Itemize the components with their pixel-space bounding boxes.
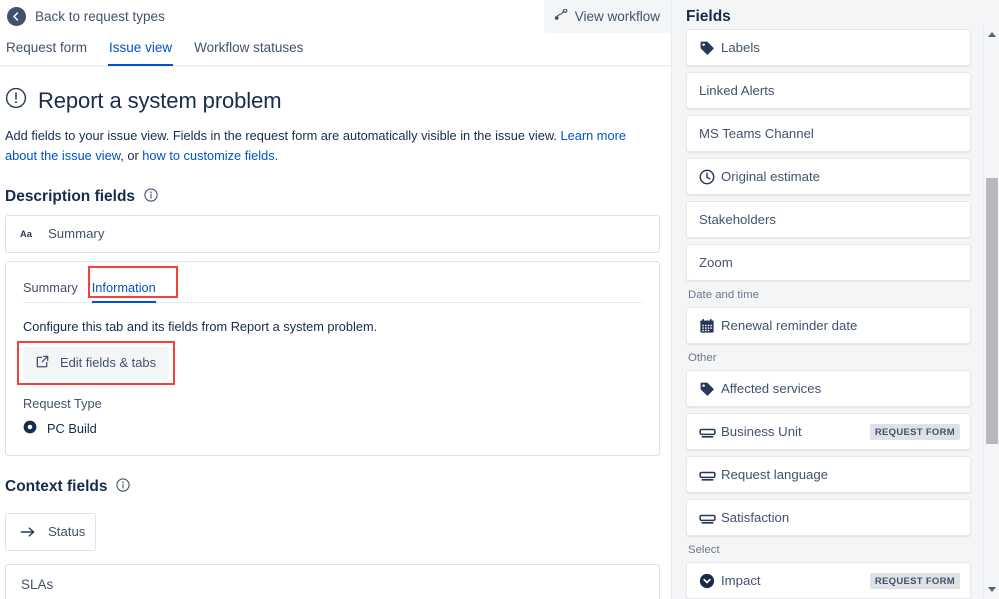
short-text-icon	[699, 468, 721, 482]
top-bar: Back to request types View workflow	[0, 0, 671, 33]
intro-text-part1: Add fields to your issue view. Fields in…	[5, 128, 561, 143]
tag-icon	[699, 40, 721, 56]
clock-icon	[699, 169, 721, 185]
context-fields-heading-row: Context fields	[5, 478, 660, 497]
view-workflow-button[interactable]: View workflow	[543, 0, 671, 33]
request-form-badge: REQUEST FORM	[869, 423, 960, 440]
fields-panel-item[interactable]: Request language	[686, 456, 971, 493]
sla-panel-title: SLAs	[21, 576, 54, 592]
edit-fields-and-tabs-button[interactable]: Edit fields & tabs	[23, 346, 170, 379]
request-type-value-row: PC Build	[23, 420, 642, 437]
field-card-summary-label: Summary	[48, 226, 105, 242]
page-title-row: Report a system problem	[5, 87, 660, 114]
tab-issue-view[interactable]: Issue view	[108, 40, 174, 66]
fields-panel-item[interactable]: Satisfaction	[686, 499, 971, 536]
fields-panel-item[interactable]: Original estimate	[686, 158, 971, 195]
intro-text: Add fields to your issue view. Fields in…	[5, 126, 660, 166]
main-content: Back to request types View workflow Requ…	[0, 0, 671, 599]
field-card-summary[interactable]: Aa Summary	[5, 214, 660, 253]
fields-panel-list[interactable]: Labels Linked Alerts MS Teams Channel Origi…	[672, 29, 983, 599]
fields-panel-item[interactable]: Zoom	[686, 244, 971, 281]
fields-panel-item-label: Zoom	[699, 255, 733, 270]
view-workflow-label: View workflow	[574, 9, 660, 24]
description-panel-card: Summary Information Configure this tab a…	[5, 260, 660, 456]
fields-panel: Fields Labels Linked Alerts MS Teams Chann…	[671, 0, 999, 599]
short-text-icon	[699, 511, 721, 525]
subtab-information[interactable]: Information	[91, 280, 156, 303]
fields-panel-item-label: MS Teams Channel	[699, 126, 814, 141]
edit-fields-and-tabs-label: Edit fields & tabs	[60, 355, 157, 371]
context-fields-heading: Context fields	[5, 478, 108, 496]
subtab-summary[interactable]: Summary	[23, 280, 78, 302]
edit-fields-tabs-wrapper: Edit fields & tabs	[17, 340, 176, 385]
intro-text-part3: .	[274, 147, 279, 163]
fields-panel-item[interactable]: Affected services	[686, 370, 971, 407]
fields-panel-item-label: Request language	[721, 467, 829, 482]
back-link-label: Back to request types	[35, 9, 165, 24]
fields-panel-item-label: Stakeholders	[699, 212, 776, 227]
workflow-icon	[554, 7, 568, 26]
request-type-label: Request Type	[23, 395, 102, 411]
fields-panel-item-label: Linked Alerts	[699, 83, 775, 98]
fields-panel-item-label: Renewal reminder date	[721, 318, 858, 333]
page-root: Back to request types View workflow Requ…	[0, 0, 999, 599]
fields-group-header: Other	[688, 352, 717, 364]
fields-panel-item[interactable]: Linked Alerts	[686, 72, 971, 109]
fields-group-header: Select	[688, 544, 720, 556]
fields-panel-title: Fields	[686, 8, 731, 25]
tab-request-form[interactable]: Request form	[5, 40, 88, 64]
info-icon[interactable]	[116, 478, 131, 497]
request-form-badge: REQUEST FORM	[869, 572, 960, 589]
back-to-request-types-link[interactable]: Back to request types	[0, 7, 165, 26]
customize-fields-link[interactable]: how to customize fields	[142, 148, 274, 163]
svg-text:Aa: Aa	[20, 229, 33, 239]
fields-panel-item-label: Affected services	[721, 381, 822, 396]
tab-workflow-statuses[interactable]: Workflow statuses	[193, 40, 304, 64]
primary-tabs: Request form Issue view Workflow statuse…	[0, 33, 671, 67]
field-card-status[interactable]: Status	[5, 512, 96, 551]
fields-panel-item-label: Satisfaction	[721, 510, 790, 525]
panel-description: Configure this tab and its fields from R…	[23, 318, 378, 334]
intro-text-part2: , or	[120, 147, 143, 163]
scrollbar-thumb[interactable]	[986, 178, 998, 444]
fields-panel-item[interactable]: Stakeholders	[686, 201, 971, 238]
fields-panel-item[interactable]: Labels	[686, 29, 971, 66]
fields-panel-item-label: Original estimate	[721, 169, 820, 184]
fields-panel-item[interactable]: Impact REQUEST FORM	[686, 562, 971, 599]
fields-panel-item[interactable]: MS Teams Channel	[686, 115, 971, 152]
sla-panel-card: SLAs To configure this panel, go to SLA …	[5, 563, 660, 599]
scroll-down-arrow-icon[interactable]	[984, 581, 999, 597]
fields-panel-item[interactable]: Business Unit REQUEST FORM	[686, 413, 971, 450]
scroll-up-arrow-icon[interactable]	[984, 26, 999, 42]
tag-icon	[699, 381, 721, 397]
description-fields-heading: Description fields	[5, 188, 136, 206]
chevron-down-circle-icon	[699, 573, 721, 589]
request-type-value: PC Build	[47, 420, 97, 436]
fields-panel-item-label: Labels	[721, 40, 760, 55]
panel-subtabs: Summary Information	[23, 265, 642, 303]
info-icon[interactable]	[144, 188, 158, 207]
text-aa-icon: Aa	[20, 228, 36, 240]
fields-panel-item[interactable]: Renewal reminder date	[686, 307, 971, 344]
arrow-right-icon	[20, 525, 36, 539]
external-link-icon	[35, 354, 50, 372]
fields-group-header: Date and time	[688, 289, 759, 301]
field-card-status-label: Status	[48, 524, 86, 540]
short-text-icon	[699, 425, 721, 439]
warning-circle-icon	[5, 87, 27, 114]
description-fields-heading-row: Description fields	[5, 188, 660, 207]
arrow-left-circle-icon	[7, 7, 26, 26]
page-title: Report a system problem	[38, 87, 282, 113]
fields-panel-item-label: Business Unit	[721, 424, 802, 439]
fields-panel-scrollbar[interactable]	[983, 24, 999, 599]
radio-selected-icon	[23, 420, 37, 437]
calendar-icon	[699, 318, 721, 334]
fields-panel-item-label: Impact	[721, 573, 761, 588]
content-area: Report a system problem Add fields to yo…	[0, 87, 671, 599]
